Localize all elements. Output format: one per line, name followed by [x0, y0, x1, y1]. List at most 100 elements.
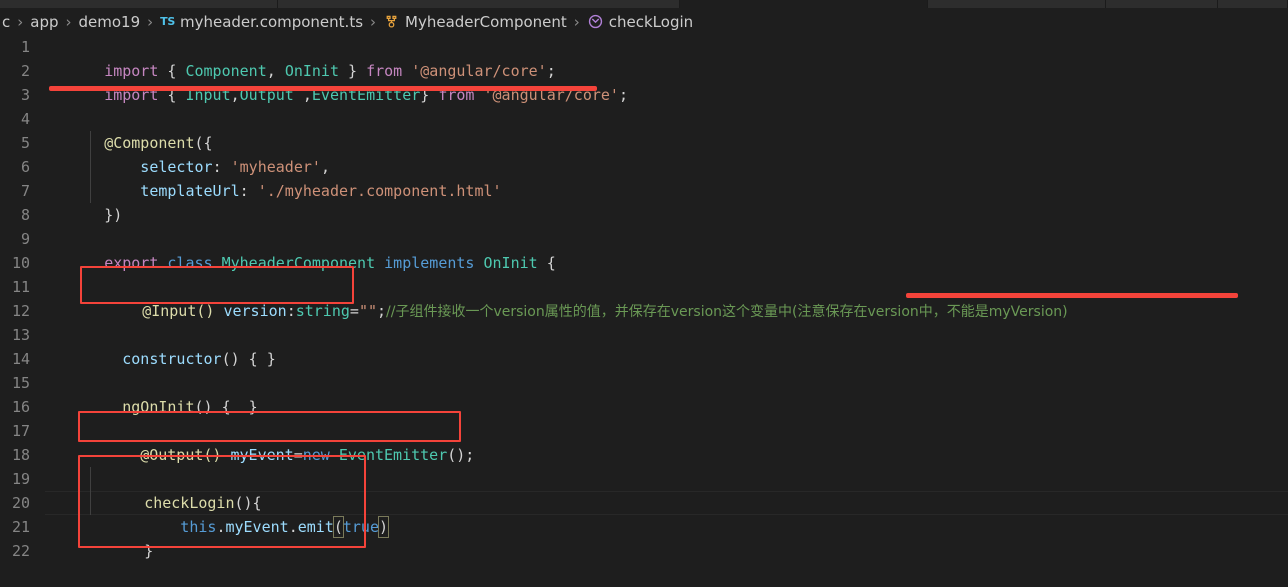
method-symbol-icon: [587, 13, 604, 30]
line-number: 2: [20, 62, 30, 80]
breadcrumb: c › app › demo19 › TS myheader.component…: [0, 8, 1288, 35]
token-method: emit: [297, 518, 334, 536]
typescript-file-icon: TS: [160, 15, 175, 28]
breadcrumb-separator: ›: [370, 12, 377, 31]
editor-tab[interactable]: [1106, 0, 1218, 8]
line-number: 1: [20, 38, 30, 56]
token-punctuation: {: [158, 86, 186, 104]
line-number: 15: [11, 374, 30, 392]
token-string: '@angular/core': [474, 86, 619, 104]
token-type: EventEmitter: [329, 446, 448, 464]
token-punctuation: .: [288, 518, 298, 536]
token-keyword: from: [438, 86, 475, 104]
breadcrumb-item-demo19[interactable]: demo19: [79, 13, 141, 31]
token-function: constructor: [104, 350, 222, 368]
token-operator: =: [293, 446, 303, 464]
code-line[interactable]: @Output() myEvent=new EventEmitter();: [86, 419, 474, 464]
code-line[interactable]: this.myEvent.emit(true): [90, 491, 390, 538]
token-type: string: [295, 302, 350, 320]
editor-tab[interactable]: [278, 0, 680, 8]
breadcrumb-separator: ›: [17, 12, 24, 31]
line-number: 11: [11, 278, 30, 296]
token-property: myEvent: [225, 518, 289, 536]
token-punctuation: () { }: [194, 398, 258, 416]
class-symbol-icon: [383, 13, 400, 30]
bracket-match-close: ): [377, 516, 390, 538]
token-punctuation: }: [144, 542, 154, 560]
token-comment: //子组件接收一个version属性的值，并保存在version这个变量中(注意…: [386, 304, 1068, 320]
token-punctuation: :: [239, 182, 258, 200]
token-keyword: class: [158, 254, 222, 272]
line-number: 17: [11, 422, 30, 440]
token-class-name: MyheaderComponent: [221, 254, 376, 272]
code-line[interactable]: templateUrl: './myheader.component.html': [50, 155, 501, 200]
breadcrumb-item-src[interactable]: c: [2, 13, 10, 31]
token-punctuation: ;: [618, 86, 628, 104]
line-number: 9: [20, 230, 30, 248]
token-type: OnInit: [483, 254, 538, 272]
code-line[interactable]: import { Component, OnInit } from '@angu…: [50, 35, 556, 80]
code-line[interactable]: export class MyheaderComponent implement…: [50, 227, 556, 272]
token-punctuation: ,: [230, 86, 240, 104]
token-keyword: import: [104, 86, 159, 104]
code-line[interactable]: @Input() version:string="";//子组件接收一个vers…: [88, 275, 1067, 320]
breadcrumb-separator: ›: [573, 12, 580, 31]
code-line[interactable]: import { Input,Output ,EventEmitter} fro…: [50, 59, 628, 104]
code-line[interactable]: selector: 'myheader',: [50, 131, 330, 176]
token-decorator: @Output(): [140, 446, 222, 464]
line-number-gutter: 1 2 3 4 5 6 7 8 9 10 11 12 13 14 15 16 1…: [0, 35, 45, 560]
code-line[interactable]: }): [50, 179, 122, 224]
line-number: 22: [11, 542, 30, 560]
token-keyword: implements: [375, 254, 484, 272]
breadcrumb-separator: ›: [147, 12, 154, 31]
editor-tab[interactable]: [0, 0, 278, 8]
token-punctuation: ;: [377, 302, 387, 320]
line-number: 8: [20, 206, 30, 224]
line-number: 18: [11, 446, 30, 464]
line-number: 19: [11, 470, 30, 488]
code-line[interactable]: checkLogin(){: [90, 467, 261, 512]
editor-tab[interactable]: [1218, 0, 1288, 8]
breadcrumb-item-file[interactable]: myheader.component.ts: [180, 13, 363, 31]
line-number: 20: [11, 494, 30, 512]
editor-tab-bar[interactable]: [0, 0, 1288, 8]
breadcrumb-item-app[interactable]: app: [30, 13, 58, 31]
token-keyword: this: [144, 518, 217, 536]
line-number: 7: [20, 182, 30, 200]
token-property: version: [214, 302, 287, 320]
token-punctuation: () { }: [221, 350, 276, 368]
line-number: 10: [11, 254, 30, 272]
token-property: templateUrl: [104, 182, 240, 200]
token-punctuation: ,: [293, 86, 312, 104]
editor-tab-active[interactable]: [680, 0, 928, 8]
token-type: EventEmitter: [311, 86, 421, 104]
code-content[interactable]: import { Component, OnInit } from '@angu…: [50, 35, 1288, 560]
breadcrumb-item-class[interactable]: MyheaderComponent: [405, 13, 567, 31]
token-type: Input: [185, 86, 231, 104]
bracket-match-open: (: [332, 516, 344, 538]
line-number: 13: [11, 326, 30, 344]
editor-tab[interactable]: [928, 0, 1106, 8]
token-punctuation: ();: [447, 446, 475, 464]
line-number: 12: [11, 302, 30, 320]
code-line[interactable]: }: [90, 515, 153, 560]
line-number: 3: [20, 86, 30, 104]
token-string: "": [358, 302, 377, 320]
code-line[interactable]: ngOnInit() { }: [50, 371, 257, 416]
breadcrumb-item-method[interactable]: checkLogin: [609, 13, 693, 31]
token-keyword: new: [302, 446, 330, 464]
breadcrumb-separator: ›: [65, 12, 72, 31]
line-number: 16: [11, 398, 30, 416]
token-function: ngOnInit: [104, 398, 195, 416]
token-punctuation: {: [537, 254, 556, 272]
line-number: 5: [20, 134, 30, 152]
token-boolean: true: [342, 518, 379, 536]
code-editor[interactable]: 1 2 3 4 5 6 7 8 9 10 11 12 13 14 15 16 1…: [0, 35, 1288, 560]
line-number: 21: [11, 518, 30, 536]
token-string: './myheader.component.html': [257, 182, 502, 200]
token-property: myEvent: [221, 446, 294, 464]
code-line[interactable]: constructor() { }: [50, 323, 276, 368]
line-number: 14: [11, 350, 30, 368]
code-line[interactable]: @Component({: [50, 107, 212, 152]
token-punctuation: }): [104, 206, 123, 224]
